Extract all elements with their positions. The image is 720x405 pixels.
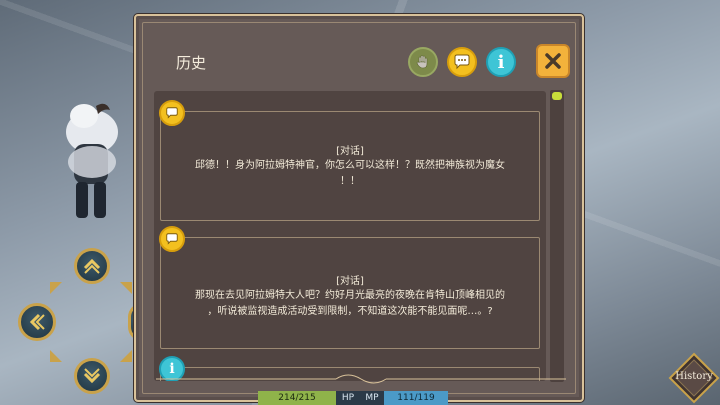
player-character [66, 103, 118, 218]
history-scrollbar[interactable] [550, 90, 564, 382]
entry-text: 邱德！！身为阿拉姆特神官，你怎么可以这样！？既然把神族视为魔女 ！！ [181, 158, 519, 190]
entry-text-line: ！！ [340, 176, 360, 187]
hp-value: 214/215 [258, 391, 336, 405]
ornament-divider [156, 374, 566, 384]
entry-type-label: [对话] [336, 146, 364, 157]
hand-icon [416, 55, 428, 69]
dpad-corner-icon [50, 350, 62, 362]
entry-text-line: 那现在去见阿拉姆特大人吧？约好月光最亮的夜晚在肯特山顶峰相见的 [195, 290, 505, 301]
history-entry: [对话] 邱德！！身为阿拉姆特神官，你怎么可以这样！？既然把神族视为魔女 ！！ [159, 100, 540, 221]
history-list[interactable]: [对话] 邱德！！身为阿拉姆特神官，你怎么可以这样！？既然把神族视为魔女 ！！ … [154, 91, 546, 381]
hp-label: HP [336, 391, 360, 405]
entry-text-line: 邱德！！身为阿拉姆特神官，你怎么可以这样！？既然把神族视为魔女 [195, 160, 505, 171]
chat-icon [159, 100, 185, 126]
chat-icon [159, 226, 185, 252]
filter-hand-button[interactable] [408, 47, 438, 77]
dpad-corner-icon [120, 350, 132, 362]
move-left-button[interactable] [18, 303, 56, 341]
scrollbar-thumb[interactable] [552, 92, 562, 100]
info-icon: i [497, 51, 505, 73]
entry-type-label: [对话] [336, 276, 364, 287]
dpad-corner-icon [120, 282, 132, 294]
chevron-down-icon [83, 368, 101, 384]
mp-label: MP [360, 391, 384, 405]
filter-chat-button[interactable] [447, 47, 477, 77]
filter-info-button[interactable]: i [486, 47, 516, 77]
chevron-left-icon [29, 313, 45, 331]
chat-icon [454, 54, 470, 70]
history-button[interactable]: History [668, 352, 720, 404]
history-dialog: 历史 i [对话] 邱德！！身为阿拉姆特神官，你怎么可以这样！？既然把神族视为魔… [134, 14, 584, 402]
chevron-up-icon [83, 258, 101, 274]
close-icon [545, 53, 561, 69]
move-up-button[interactable] [74, 248, 110, 284]
move-down-button[interactable] [74, 358, 110, 394]
status-bar: 214/215 HP MP 111/119 [258, 391, 448, 405]
entry-text-line: ，听说被监视造成活动受到限制，不知道这次能不能见面呢…。? [207, 306, 493, 317]
history-button-label: History [675, 371, 713, 382]
history-entry: [对话] 那现在去见阿拉姆特大人吧？约好月光最亮的夜晚在肯特山顶峰相见的 ，听说… [159, 226, 540, 349]
dialog-title: 历史 [176, 54, 207, 72]
dpad-corner-icon [50, 282, 62, 294]
entry-text: 那现在去见阿拉姆特大人吧？约好月光最亮的夜晚在肯特山顶峰相见的 ，听说被监视造成… [181, 288, 519, 320]
close-button[interactable] [536, 44, 570, 78]
mp-value: 111/119 [384, 391, 448, 405]
